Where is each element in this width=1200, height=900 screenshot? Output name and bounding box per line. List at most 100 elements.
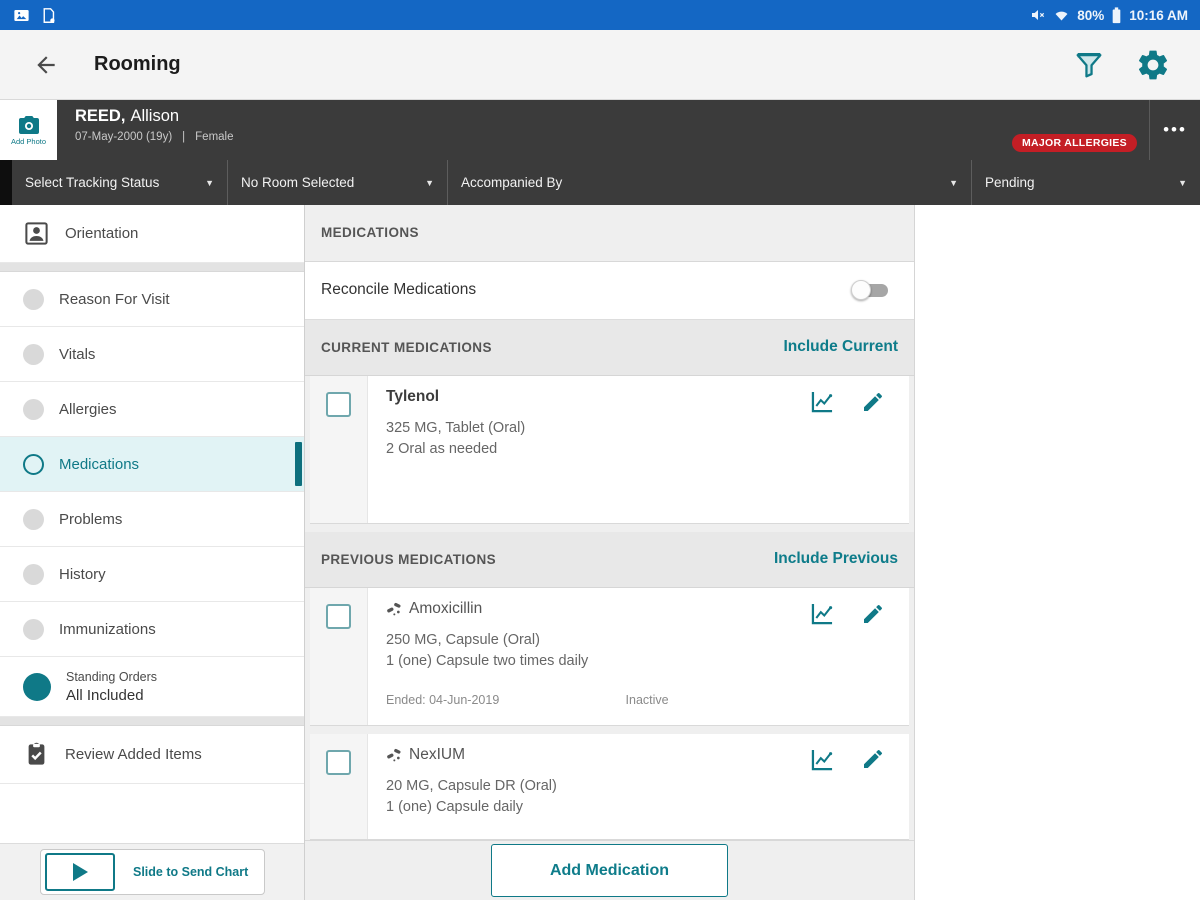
reconcile-toggle[interactable] xyxy=(853,280,889,300)
med-card-tylenol[interactable]: Tylenol 325 MG, Tablet (Oral) 2 Oral as … xyxy=(310,376,909,523)
right-empty-area xyxy=(915,205,1200,900)
send-chart-handle[interactable] xyxy=(45,853,115,891)
patient-info: REED,Allison 07-May-2000 (19y) | Female xyxy=(57,100,234,160)
app-header: Rooming xyxy=(0,30,1200,100)
sidebar-item-label: Medications xyxy=(59,456,139,473)
patient-banner: Add Photo REED,Allison 07-May-2000 (19y)… xyxy=(0,100,1200,160)
pending-dropdown[interactable]: Pending ▼ xyxy=(972,160,1200,205)
chevron-down-icon: ▼ xyxy=(425,178,434,188)
sidebar-item-label: Review Added Items xyxy=(65,746,202,763)
edit-icon[interactable] xyxy=(861,747,885,771)
camera-icon xyxy=(17,115,41,135)
sidebar-footer: Slide to Send Chart xyxy=(0,843,304,900)
status-circle-icon xyxy=(23,564,44,585)
filled-circle-icon xyxy=(23,673,51,701)
mute-icon xyxy=(1030,7,1046,23)
med-name: Tylenol xyxy=(386,388,439,406)
sidebar-item-orientation[interactable]: Orientation xyxy=(0,205,304,263)
pending-value: Pending xyxy=(985,175,1035,190)
section-gap xyxy=(305,524,914,532)
med-dose: 325 MG, Tablet (Oral) xyxy=(386,420,885,436)
add-medication-button[interactable]: Add Medication xyxy=(491,844,728,897)
tracking-status-value: Select Tracking Status xyxy=(25,175,159,190)
status-circle-icon xyxy=(23,454,44,475)
status-circle-icon xyxy=(23,509,44,530)
overflow-menu-button[interactable]: ••• xyxy=(1150,100,1200,160)
med-ended-date: Ended: 04-Jun-2019 xyxy=(386,693,626,707)
status-circle-icon xyxy=(23,399,44,420)
med-card-nexium[interactable]: NexIUM 20 MG, Capsule DR (Oral) 1 (one) … xyxy=(310,734,909,841)
sidebar-item-immunizations[interactable]: Immunizations xyxy=(0,602,304,657)
standing-orders-subtitle: All Included xyxy=(66,687,157,704)
clipboard-check-icon xyxy=(23,741,50,768)
checkbox-column xyxy=(310,588,368,724)
sidebar-separator xyxy=(0,263,304,272)
send-chart-label: Slide to Send Chart xyxy=(133,865,248,879)
edit-icon[interactable] xyxy=(861,390,885,414)
room-dropdown[interactable]: No Room Selected ▼ xyxy=(228,160,448,205)
add-photo-label: Add Photo xyxy=(11,137,46,146)
patient-name: REED,Allison xyxy=(75,107,234,126)
medications-title: MEDICATIONS xyxy=(321,225,419,240)
accompanied-by-dropdown[interactable]: Accompanied By ▼ xyxy=(448,160,972,205)
android-status-bar: 80% 10:16 AM xyxy=(0,0,1200,30)
tracking-status-dropdown[interactable]: Select Tracking Status ▼ xyxy=(12,160,228,205)
sidebar-item-problems[interactable]: Problems xyxy=(0,492,304,547)
sidebar-item-label: Allergies xyxy=(59,401,117,418)
sidebar-item-label: History xyxy=(59,566,106,583)
med-name-text: Amoxicillin xyxy=(409,600,482,618)
med-checkbox[interactable] xyxy=(326,392,351,417)
med-dose: 20 MG, Capsule DR (Oral) xyxy=(386,778,885,794)
person-icon xyxy=(23,220,50,247)
current-medications-title: CURRENT MEDICATIONS xyxy=(321,340,492,355)
medications-header: MEDICATIONS xyxy=(305,205,914,262)
sidebar-item-standing-orders[interactable]: Standing Orders All Included xyxy=(0,657,304,717)
slide-to-send-chart[interactable]: Slide to Send Chart xyxy=(40,849,265,895)
pills-icon xyxy=(386,601,402,617)
sidebar-item-label: Orientation xyxy=(65,225,138,242)
sidebar-item-label: Immunizations xyxy=(59,621,156,638)
checkbox-column xyxy=(310,376,368,522)
previous-medications-header: PREVIOUS MEDICATIONS Include Previous xyxy=(305,532,914,589)
accompanied-by-value: Accompanied By xyxy=(461,175,562,190)
med-checkbox[interactable] xyxy=(326,750,351,775)
section-gap xyxy=(305,726,914,734)
trend-chart-icon[interactable] xyxy=(809,388,836,415)
reconcile-label: Reconcile Medications xyxy=(321,281,476,299)
settings-button[interactable] xyxy=(1132,44,1174,86)
add-photo-button[interactable]: Add Photo xyxy=(0,100,57,160)
back-button[interactable] xyxy=(26,45,66,85)
include-previous-link[interactable]: Include Previous xyxy=(774,550,898,568)
overflow-menu-icon: ••• xyxy=(1163,120,1187,140)
sidebar-item-vitals[interactable]: Vitals xyxy=(0,327,304,382)
previous-medications-title: PREVIOUS MEDICATIONS xyxy=(321,552,496,567)
medications-panel: MEDICATIONS Reconcile Medications CURREN… xyxy=(305,205,915,900)
selected-indicator xyxy=(295,442,302,486)
gear-icon xyxy=(1135,47,1171,83)
sidebar-item-history[interactable]: History xyxy=(0,547,304,602)
trend-chart-icon[interactable] xyxy=(809,600,836,627)
clock-text: 10:16 AM xyxy=(1129,8,1188,23)
sidebar-item-reason-for-visit[interactable]: Reason For Visit xyxy=(0,272,304,327)
med-card-amoxicillin[interactable]: Amoxicillin 250 MG, Capsule (Oral) 1 (on… xyxy=(310,588,909,725)
include-current-link[interactable]: Include Current xyxy=(783,338,898,356)
chevron-down-icon: ▼ xyxy=(949,178,958,188)
screenshot-icon xyxy=(40,6,57,25)
sidebar-item-medications[interactable]: Medications xyxy=(0,437,304,492)
filter-button[interactable] xyxy=(1068,44,1110,86)
chevron-down-icon: ▼ xyxy=(205,178,214,188)
gallery-icon xyxy=(12,6,31,25)
edit-icon[interactable] xyxy=(861,602,885,626)
status-circle-icon xyxy=(23,619,44,640)
current-medications-header: CURRENT MEDICATIONS Include Current xyxy=(305,320,914,377)
trend-chart-icon[interactable] xyxy=(809,746,836,773)
major-allergies-badge[interactable]: MAJOR ALLERGIES xyxy=(1012,134,1137,152)
med-checkbox[interactable] xyxy=(326,604,351,629)
medications-footer: Add Medication xyxy=(305,840,914,900)
sidebar-item-allergies[interactable]: Allergies xyxy=(0,382,304,437)
sidebar-item-label: Problems xyxy=(59,511,122,528)
page-title: Rooming xyxy=(94,53,181,76)
sidebar-item-review-added-items[interactable]: Review Added Items xyxy=(0,726,304,784)
meta-separator: | xyxy=(182,131,185,143)
chevron-down-icon: ▼ xyxy=(1178,178,1187,188)
